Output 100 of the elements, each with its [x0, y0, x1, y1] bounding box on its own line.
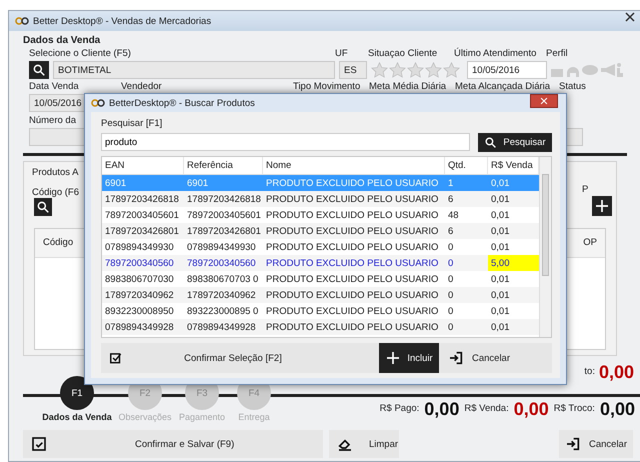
column-header: Referência — [184, 157, 263, 174]
table-cell-text: PRODUTO EXCLUIDO PELO USUARIO — [265, 208, 440, 222]
total-value: 0,00 — [598, 361, 634, 383]
table-cell-text: 0 — [447, 240, 454, 254]
table-row[interactable]: 17897203426818 17897203426818 PRODUTO EXCLUIDO PELO USUARIO 6 0,01 — [102, 191, 539, 207]
amount-value: 0,00 — [600, 398, 635, 420]
field-label: Meta Alcançada Diária — [455, 81, 552, 93]
table-cell-text: 6 — [447, 224, 454, 238]
section-heading: Dados da Venda — [23, 35, 102, 47]
table-cell-text: PRODUTO EXCLUIDO PELO USUARIO — [265, 176, 440, 190]
search-icon — [484, 136, 498, 149]
close-icon — [539, 96, 549, 106]
table-cell-text: 8932230008950 — [104, 304, 175, 318]
search-button[interactable] — [29, 61, 49, 79]
profile-icons-drawing — [551, 63, 623, 77]
amount-label: R$ Pago: — [380, 403, 420, 415]
table-row[interactable]: 17897203426801 17897203426801 PRODUTO EXCLUIDO PELO USUARIO 6 0,01 — [102, 223, 539, 239]
close-icon[interactable] — [624, 12, 636, 22]
date-field[interactable]: 10/05/2016 — [467, 61, 547, 79]
add-button[interactable] — [592, 196, 612, 216]
field-label: P — [582, 184, 588, 196]
table-row[interactable]: 1789720340962 1789720340962 PRODUTO EXCLUIDO PELO USUARIO 0 0,01 — [102, 287, 539, 303]
field-label: Vendedor — [121, 81, 163, 93]
search-button[interactable] — [34, 198, 52, 216]
table-cell-text: 17897203426818 — [186, 192, 262, 206]
table-cell-text: 0,01 — [490, 208, 510, 222]
amount-value: 0,00 — [424, 398, 460, 420]
scrollbar[interactable] — [539, 157, 551, 337]
field-label: Último Atendimento — [454, 48, 538, 60]
column-header: EAN — [102, 157, 184, 174]
table-cell: 5,00 — [488, 255, 539, 271]
table-cell-text: 1789720340962 — [104, 288, 175, 302]
app-logo-icon — [91, 99, 105, 107]
dialog-title: BetterDesktop® - Buscar Produtos — [109, 98, 255, 108]
table-cell-text: 0,01 — [490, 176, 510, 190]
field-label: Perfil — [546, 48, 568, 60]
table-row[interactable]: 7897200340560 7897200340560 PRODUTO EXCLUIDO PELO USUARIO 0 5,00 — [102, 255, 539, 271]
confirm-save-button[interactable]: Confirmar e Salvar (F9) — [23, 430, 323, 458]
search-field[interactable]: produto — [101, 133, 470, 151]
table-cell-text: 0789894349928 — [186, 320, 257, 334]
search-icon — [36, 200, 50, 214]
table-cell-text: PRODUTO EXCLUIDO PELO USUARIO — [265, 288, 440, 302]
table-cell-text: PRODUTO EXCLUIDO PELO USUARIO — [265, 304, 440, 318]
app-logo-icon — [15, 17, 29, 25]
checkbox-icon — [109, 351, 123, 365]
table-cell-text: PRODUTO EXCLUIDO PELO USUARIO — [265, 224, 440, 238]
star-icon — [443, 62, 460, 78]
cancel-button[interactable]: Cancelar — [559, 430, 633, 458]
column-header: Qtd. — [445, 157, 488, 174]
table-cell-text: 0,01 — [490, 288, 510, 302]
save-icon — [31, 436, 47, 452]
table-cell-text: 0789894349928 — [104, 320, 175, 334]
table-cell-text: 78972003405601 — [104, 208, 180, 222]
search-button[interactable]: Pesquisar — [478, 133, 552, 152]
amount-value: 0,00 — [514, 398, 549, 420]
exit-door-icon — [564, 436, 581, 452]
plus-icon — [594, 198, 610, 214]
table-cell-text: 0,01 — [490, 224, 510, 238]
table-cell-text: PRODUTO EXCLUIDO PELO USUARIO — [265, 272, 440, 286]
field-label: Situaçao Cliente — [368, 48, 438, 60]
table-cell-text: 6 — [447, 192, 454, 206]
field-label: Pesquisar [F1] — [101, 118, 164, 130]
field-label: Selecione o Cliente (F5) — [29, 48, 132, 60]
table-cell-text: 6901 — [104, 176, 128, 190]
include-button[interactable]: Incluir — [379, 343, 439, 373]
uf-field: ES — [339, 61, 367, 79]
amount-label: R$ Venda: — [464, 403, 509, 415]
table-cell-text: 17897203426818 — [104, 192, 180, 206]
table-cell-text: 7897200340560 — [186, 256, 257, 270]
step-tab[interactable]: F1 — [60, 376, 94, 410]
table-cell-text: 1 — [447, 176, 454, 190]
field-label: Número da — [29, 115, 76, 127]
table-cell-text: 0 — [447, 256, 454, 270]
table-cell-text: 17897203426801 — [104, 224, 180, 238]
table-cell-text: PRODUTO EXCLUIDO PELO USUARIO — [265, 320, 440, 334]
clear-button[interactable]: Limpar — [329, 430, 399, 458]
table-cell-text: 17897203426801 — [186, 224, 262, 238]
panel-tab[interactable]: Produtos A — [32, 167, 78, 179]
close-button[interactable] — [530, 94, 558, 108]
client-field[interactable]: BOTIMETAL — [53, 61, 335, 79]
star-icon — [371, 62, 388, 78]
table-cell-text: 0789894349930 — [186, 240, 257, 254]
column-header: Código — [43, 237, 74, 249]
search-icon — [32, 63, 46, 77]
date-field[interactable]: 10/05/2016 — [29, 94, 85, 112]
table-cell-text: 0,01 — [490, 320, 510, 334]
confirm-selection-button[interactable]: Confirmar Seleção [F2] — [123, 343, 343, 373]
field-label: Meta Média Diária — [369, 81, 448, 93]
table-cell-text: 0,01 — [490, 192, 510, 206]
star-icon — [425, 62, 442, 78]
table-row[interactable]: 0789894349928 0789894349928 PRODUTO EXCLUIDO PELO USUARIO 0 0,01 — [102, 319, 539, 335]
table-cell-text: PRODUTO EXCLUIDO PELO USUARIO — [265, 256, 440, 270]
field-label: Código (F6 — [32, 187, 79, 199]
step-label: Pagamento — [178, 412, 226, 422]
step-label: Dados da Venda — [42, 412, 112, 422]
table-cell-text: 0 — [447, 272, 454, 286]
column-header: Nome — [263, 157, 445, 174]
star-icon — [389, 62, 406, 78]
field-label: UF — [335, 48, 349, 60]
column-header: OP — [583, 237, 597, 249]
